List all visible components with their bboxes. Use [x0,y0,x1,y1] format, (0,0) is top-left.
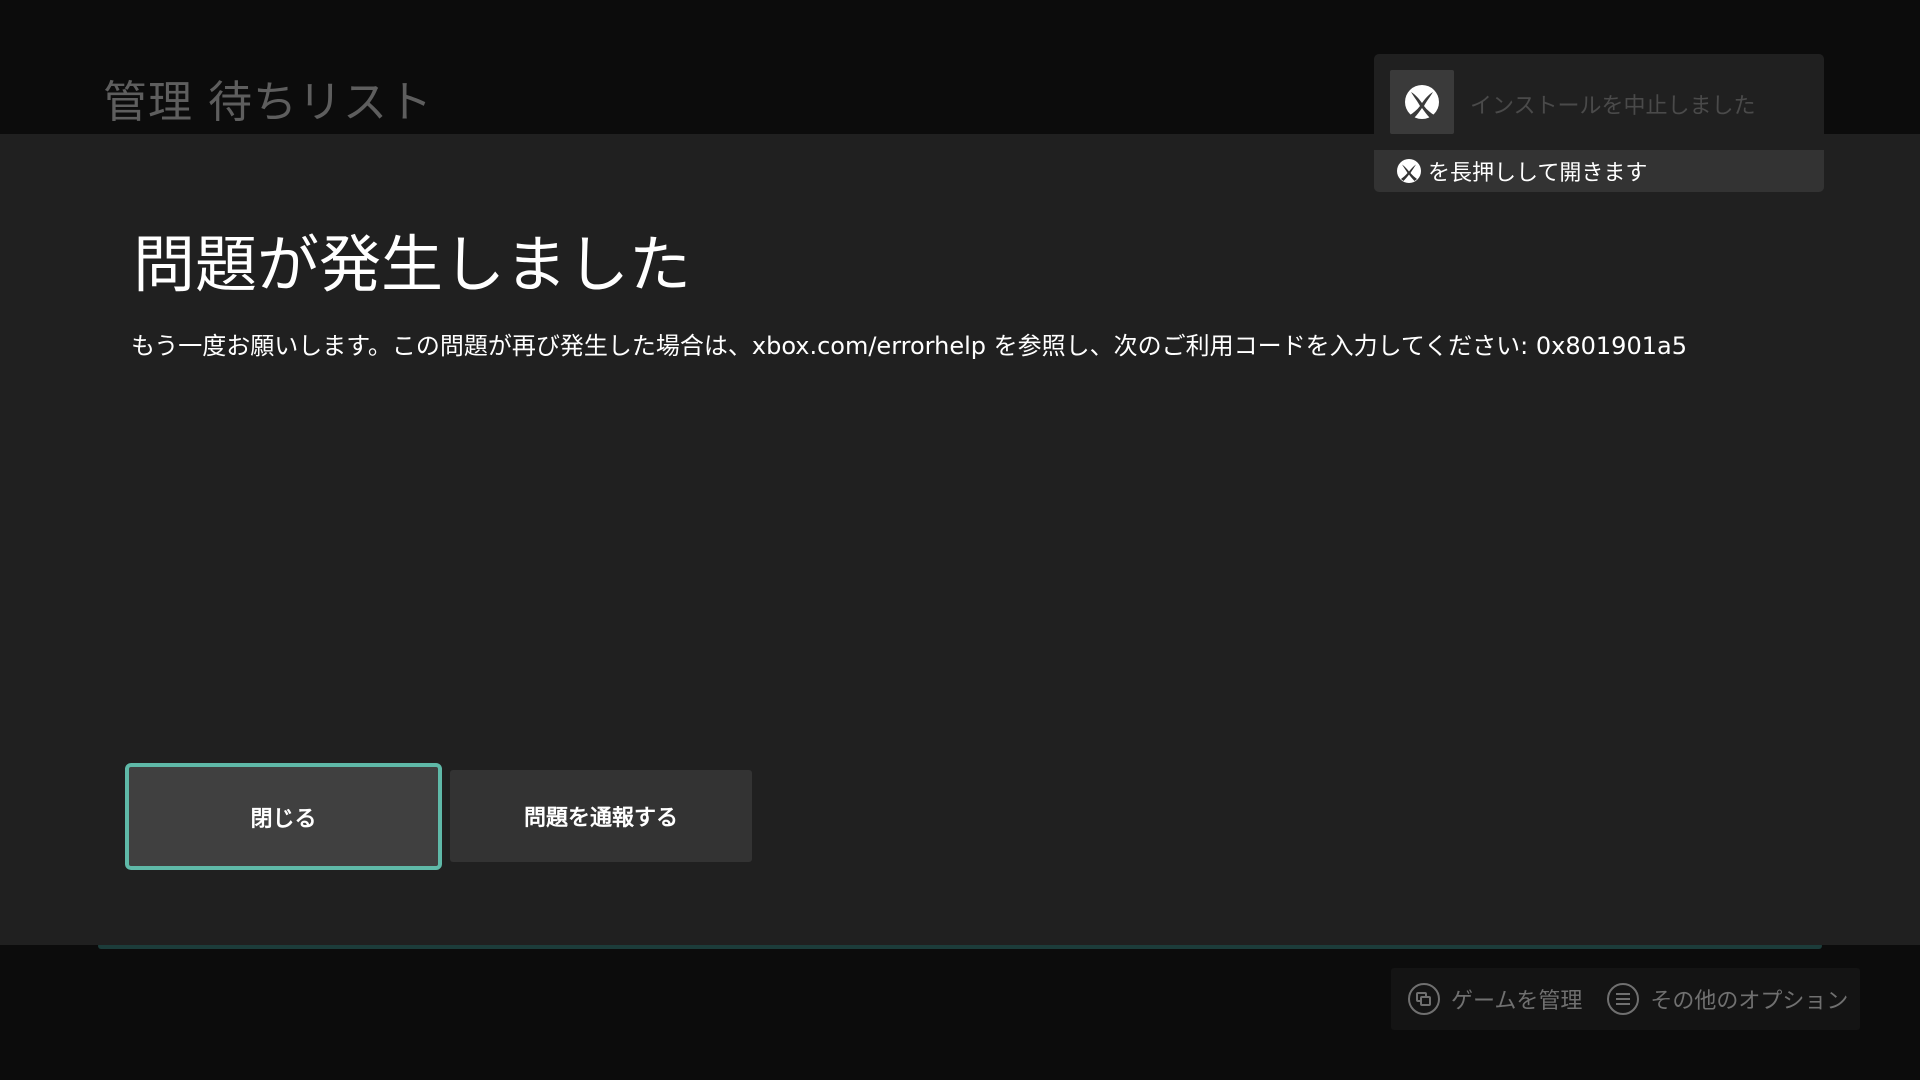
menu-button-icon [1606,982,1640,1016]
hint-manage-game[interactable]: ゲームを管理 [1407,982,1582,1016]
toast-header: インストールを中止しました [1374,54,1824,150]
xbox-logo-icon [1390,70,1454,134]
hint-more-options-label: その他のオプション [1650,989,1849,1014]
dialog-title: 問題が発生しました [133,228,692,301]
controller-hints-bar: ゲームを管理 その他のオプション [1391,968,1860,1030]
notification-toast[interactable]: インストールを中止しました を長押しして開きます [1374,54,1824,192]
background-page-title: 管理 待ちリスト [103,77,433,128]
toast-hint-bar: を長押しして開きます [1374,150,1824,192]
close-button[interactable]: 閉じる [125,763,442,870]
report-problem-button[interactable]: 問題を通報する [450,770,752,862]
toast-message: インストールを中止しました [1470,94,1756,119]
view-button-icon [1407,982,1441,1016]
xbox-button-icon [1396,158,1422,184]
error-dialog: 問題が発生しました もう一度お願いします。この問題が再び発生した場合は、xbox… [0,134,1920,945]
dialog-message: もう一度お願いします。この問題が再び発生した場合は、xbox.com/error… [131,332,1687,360]
toast-hint-text: を長押しして開きます [1428,161,1648,186]
hint-more-options[interactable]: その他のオプション [1606,982,1848,1016]
hint-manage-game-label: ゲームを管理 [1451,989,1583,1014]
screen: 管理 待ちリスト 問題が発生しました もう一度お願いします。この問題が再び発生し… [0,0,1920,1080]
